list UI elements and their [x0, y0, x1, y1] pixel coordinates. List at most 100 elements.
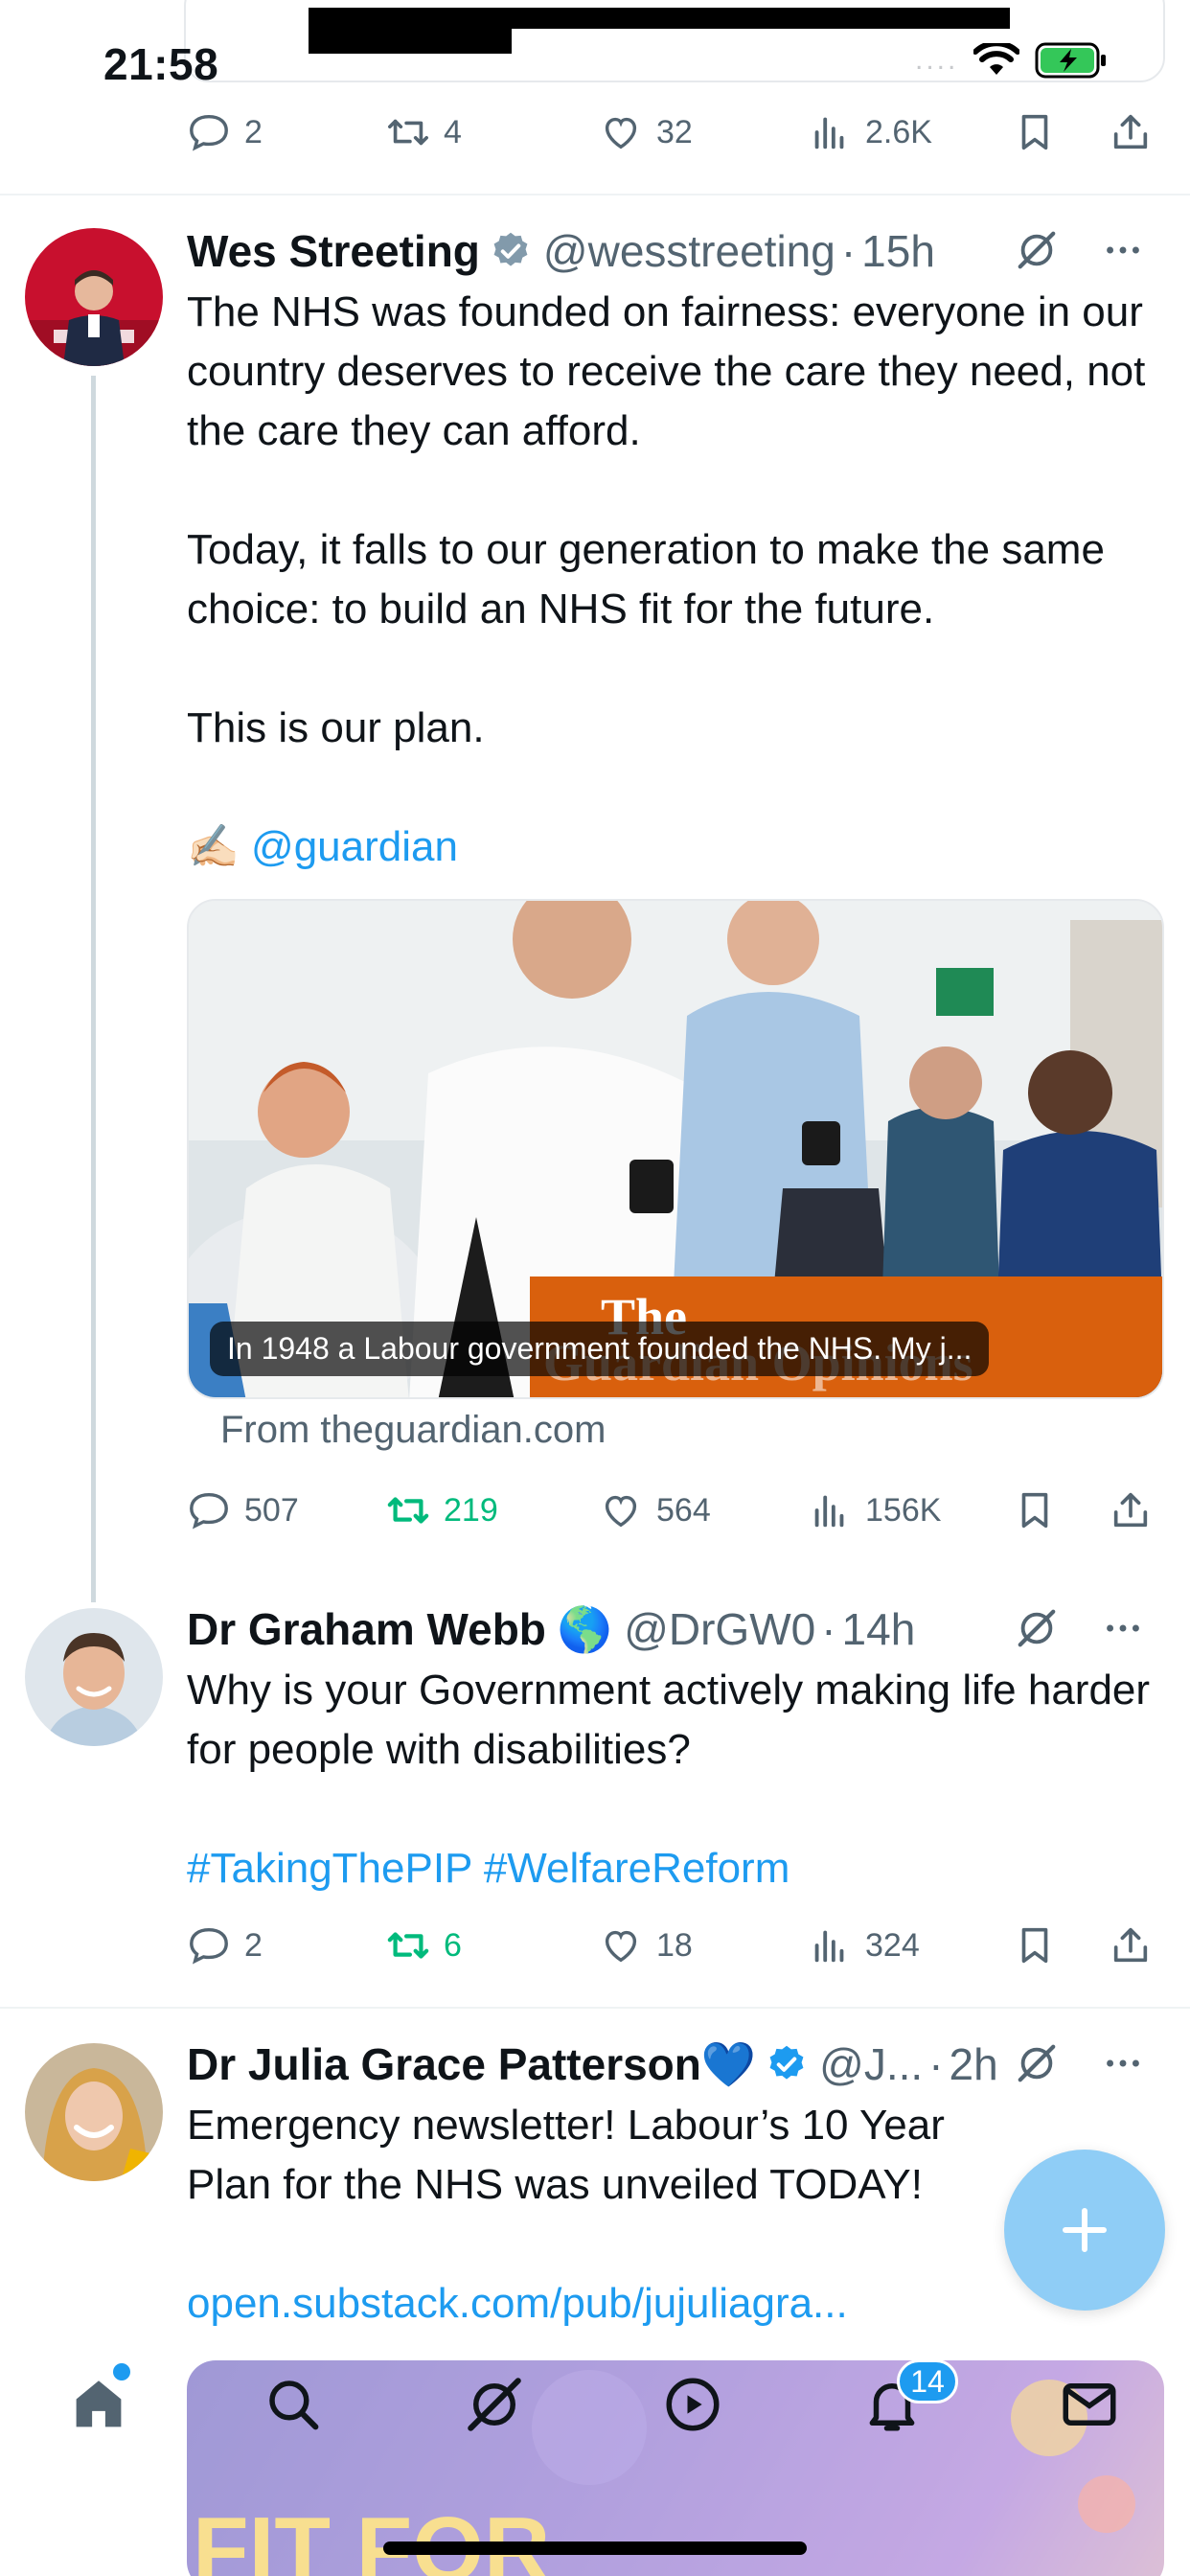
reply-button[interactable]: 507: [187, 1488, 299, 1532]
nav-grok[interactable]: [463, 2373, 526, 2441]
reply-button[interactable]: 2: [187, 110, 263, 154]
views-icon: [814, 1495, 844, 1528]
views-button[interactable]: 156K: [808, 1488, 941, 1532]
retweet-count: 6: [444, 1926, 462, 1964]
battery-icon: [1035, 42, 1107, 79]
display-name[interactable]: Wes Streeting: [187, 225, 480, 277]
handle[interactable]: @wesstreeting: [543, 225, 835, 277]
reply-count: 2: [244, 1926, 263, 1964]
like-count: 32: [656, 113, 693, 150]
timestamp[interactable]: 2h: [950, 2038, 998, 2090]
bookmark-button[interactable]: [1013, 1488, 1057, 1532]
retweet-button[interactable]: 219: [386, 1488, 498, 1532]
separator: ·: [840, 226, 857, 276]
home-icon: [76, 2380, 122, 2427]
retweet-button[interactable]: 6: [386, 1923, 462, 1967]
video-play-icon: [666, 2378, 720, 2431]
like-button[interactable]: 32: [599, 110, 693, 154]
nav-video[interactable]: [661, 2373, 724, 2441]
tweet-header-actions: [1015, 228, 1145, 272]
compose-button[interactable]: [1004, 2150, 1165, 2311]
views-count: 324: [865, 1926, 920, 1964]
signal-dots: ....: [915, 44, 959, 76]
share-icon: [1113, 1492, 1148, 1528]
nav-messages[interactable]: [1058, 2373, 1121, 2441]
like-count: 18: [656, 1926, 693, 1964]
views-button[interactable]: 2.6K: [808, 110, 932, 154]
nav-home[interactable]: [67, 2373, 130, 2441]
views-button[interactable]: 324: [808, 1923, 920, 1967]
avatar[interactable]: [25, 2043, 163, 2181]
plus-icon: [1063, 2208, 1107, 2252]
more-options-icon[interactable]: [1101, 228, 1145, 272]
handle[interactable]: @DrGW0: [624, 1603, 815, 1655]
reply-count: 507: [244, 1491, 299, 1529]
home-indicator: [383, 2542, 807, 2555]
tweet-paragraph: Emergency newsletter! Labour’s 10 Year P…: [187, 2102, 945, 2208]
display-name[interactable]: Dr Julia Grace Patterson: [187, 2038, 701, 2090]
tweet-paragraph: Today, it falls to our generation to mak…: [187, 526, 1105, 632]
like-button[interactable]: 18: [599, 1923, 693, 1967]
avatar[interactable]: [25, 1608, 163, 1746]
retweet-count: 219: [444, 1491, 498, 1529]
grok-icon[interactable]: [1015, 1606, 1059, 1650]
tweet-paragraph: Why is your Government actively making l…: [187, 1667, 1151, 1773]
views-icon: [814, 117, 844, 150]
hashtags[interactable]: #TakingThePIP #WelfareReform: [187, 1839, 1155, 1898]
card-source[interactable]: From theguardian.com: [220, 1409, 606, 1452]
verified-badge-icon: [490, 230, 532, 272]
tweet-paragraph: This is our plan.: [187, 704, 485, 751]
reply-icon: [190, 114, 228, 151]
retweet-icon: [387, 1497, 429, 1524]
bookmark-icon: [1021, 1927, 1048, 1964]
status-bar: 21:58 ....: [0, 0, 1190, 115]
bookmark-button[interactable]: [1013, 1923, 1057, 1967]
grok-icon[interactable]: [1015, 228, 1059, 272]
views-icon: [814, 1930, 844, 1963]
like-count: 564: [656, 1491, 711, 1529]
handle[interactable]: @J...: [819, 2038, 923, 2090]
blue-heart-emoji: 💙: [700, 2038, 757, 2089]
more-options-icon[interactable]: [1101, 2041, 1145, 2085]
tweet-header: Wes Streeting @wesstreeting · 15h: [187, 222, 1145, 280]
globe-emoji: 🌎: [557, 1603, 613, 1654]
views-count: 2.6K: [865, 113, 932, 150]
retweet-button[interactable]: 4: [386, 110, 462, 154]
mail-icon: [1063, 2383, 1116, 2426]
bottom-nav: [0, 2338, 1190, 2576]
display-name[interactable]: Dr Graham Webb: [187, 1603, 546, 1655]
grok-icon: [468, 2378, 521, 2431]
redaction-bar: [309, 8, 1010, 29]
notifications-badge: 14: [897, 2359, 958, 2404]
share-button[interactable]: [1109, 1923, 1153, 1967]
timestamp[interactable]: 14h: [842, 1603, 916, 1655]
like-button[interactable]: 564: [599, 1488, 711, 1532]
views-count: 156K: [865, 1491, 942, 1529]
bookmark-icon: [1021, 1492, 1048, 1529]
share-button[interactable]: [1109, 1488, 1153, 1532]
share-icon: [1113, 1927, 1148, 1963]
link-card[interactable]: The Guardian Opinions In 1948 a Labour g…: [187, 899, 1164, 1399]
timestamp[interactable]: 15h: [861, 225, 935, 277]
avatar[interactable]: [25, 228, 163, 366]
retweet-count: 4: [444, 113, 462, 150]
share-icon: [1113, 114, 1148, 150]
nav-search[interactable]: [262, 2373, 325, 2441]
reply-button[interactable]: 2: [187, 1923, 263, 1967]
mention-link[interactable]: @guardian: [251, 823, 458, 870]
bookmark-icon: [1021, 114, 1048, 150]
tweet-paragraph: The NHS was founded on fairness: everyon…: [187, 288, 1146, 454]
verified-badge-icon: [766, 2043, 808, 2085]
share-button[interactable]: [1109, 110, 1153, 154]
tweet-header: Dr Graham Webb 🌎 @DrGW0 · 14h: [187, 1600, 1145, 1658]
retweet-icon: [387, 1932, 429, 1959]
bookmark-button[interactable]: [1013, 110, 1057, 154]
tweet-header-actions: [1003, 2041, 1145, 2085]
grok-icon[interactable]: [1015, 2041, 1059, 2085]
external-link[interactable]: open.substack.com/pub/jujuliagra...: [187, 2274, 1155, 2334]
tweet-header-actions: [1015, 1606, 1145, 1650]
more-options-icon[interactable]: [1101, 1606, 1145, 1650]
divider: [0, 2007, 1190, 2009]
tweet-text: The NHS was founded on fairness: everyon…: [187, 283, 1155, 877]
writing-hand-emoji: ✍🏻: [187, 823, 240, 870]
